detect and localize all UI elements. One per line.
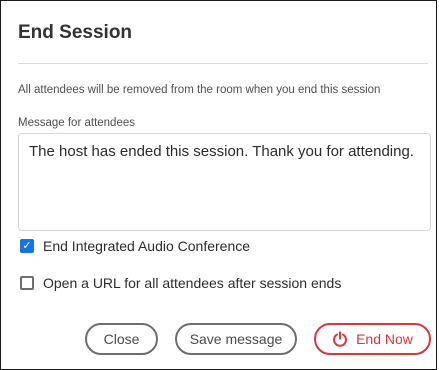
save-message-button[interactable]: Save message xyxy=(175,323,297,355)
power-icon xyxy=(333,331,348,347)
message-textarea[interactable]: The host has ended this session. Thank y… xyxy=(18,133,431,231)
open-url-label: Open a URL for all attendees after sessi… xyxy=(43,275,342,291)
end-audio-label: End Integrated Audio Conference xyxy=(43,238,251,254)
end-session-dialog: End Session All attendees will be remove… xyxy=(0,0,437,370)
end-now-button[interactable]: End Now xyxy=(314,323,431,355)
dialog-title: End Session xyxy=(18,22,133,43)
close-button[interactable]: Close xyxy=(85,323,158,355)
open-url-checkbox[interactable] xyxy=(20,276,34,290)
dialog-description: All attendees will be removed from the r… xyxy=(18,84,381,96)
message-label: Message for attendees xyxy=(18,117,135,129)
title-divider xyxy=(18,63,428,64)
close-button-label: Close xyxy=(103,331,140,347)
end-now-label: End Now xyxy=(356,331,413,347)
save-message-label: Save message xyxy=(189,331,283,347)
option-open-url[interactable]: Open a URL for all attendees after sessi… xyxy=(20,275,341,291)
option-end-audio-conference[interactable]: ✓ End Integrated Audio Conference xyxy=(20,238,250,254)
end-audio-checkbox[interactable]: ✓ xyxy=(20,239,34,253)
checkmark-icon: ✓ xyxy=(22,239,32,252)
